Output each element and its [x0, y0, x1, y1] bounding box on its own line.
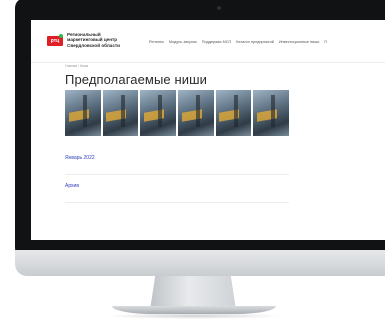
list-item: Январь 2022: [65, 146, 289, 175]
nav-item-more[interactable]: П: [324, 40, 327, 44]
site-header: ртц Региональный маркетинговый центр Све…: [31, 20, 385, 63]
factory-banner-image: [65, 90, 289, 136]
page-title: Предполагаемые ниши: [65, 72, 207, 87]
breadcrumb[interactable]: Главная / Ниши: [65, 64, 88, 68]
org-name: Региональный маркетинговый центр Свердло…: [67, 32, 137, 48]
org-line-3: Свердловской области: [67, 42, 120, 48]
banner-panel: [65, 90, 101, 136]
banner-panel: [215, 90, 252, 136]
logo-dot-icon: [59, 34, 63, 38]
camera-dot: [217, 6, 221, 10]
banner-panel: [253, 90, 289, 136]
imac-chin: [15, 250, 385, 276]
banner-panel: [178, 90, 214, 136]
stand-shadow: [105, 313, 283, 319]
nav-item-procurement[interactable]: Модуль закупок: [169, 40, 197, 44]
link-january-2022[interactable]: Январь 2022: [65, 155, 95, 161]
imac-stand-neck: [150, 276, 236, 310]
nav-item-regions[interactable]: Регионы: [149, 40, 164, 44]
banner-panel: [102, 90, 139, 136]
top-nav: Регионы Модуль закупок Поддержка МСП Кат…: [149, 40, 327, 44]
browser-screen: ртц Региональный маркетинговый центр Све…: [31, 20, 385, 240]
list-item: Архив: [65, 174, 289, 203]
nav-item-catalog[interactable]: Каталог предприятий: [236, 40, 274, 44]
link-archive[interactable]: Архив: [65, 183, 79, 189]
nav-item-invest-niches[interactable]: Инвестиционные ниши: [279, 40, 320, 44]
banner-panel: [140, 90, 177, 136]
nav-item-sme-support[interactable]: Поддержка МСП: [202, 40, 232, 44]
